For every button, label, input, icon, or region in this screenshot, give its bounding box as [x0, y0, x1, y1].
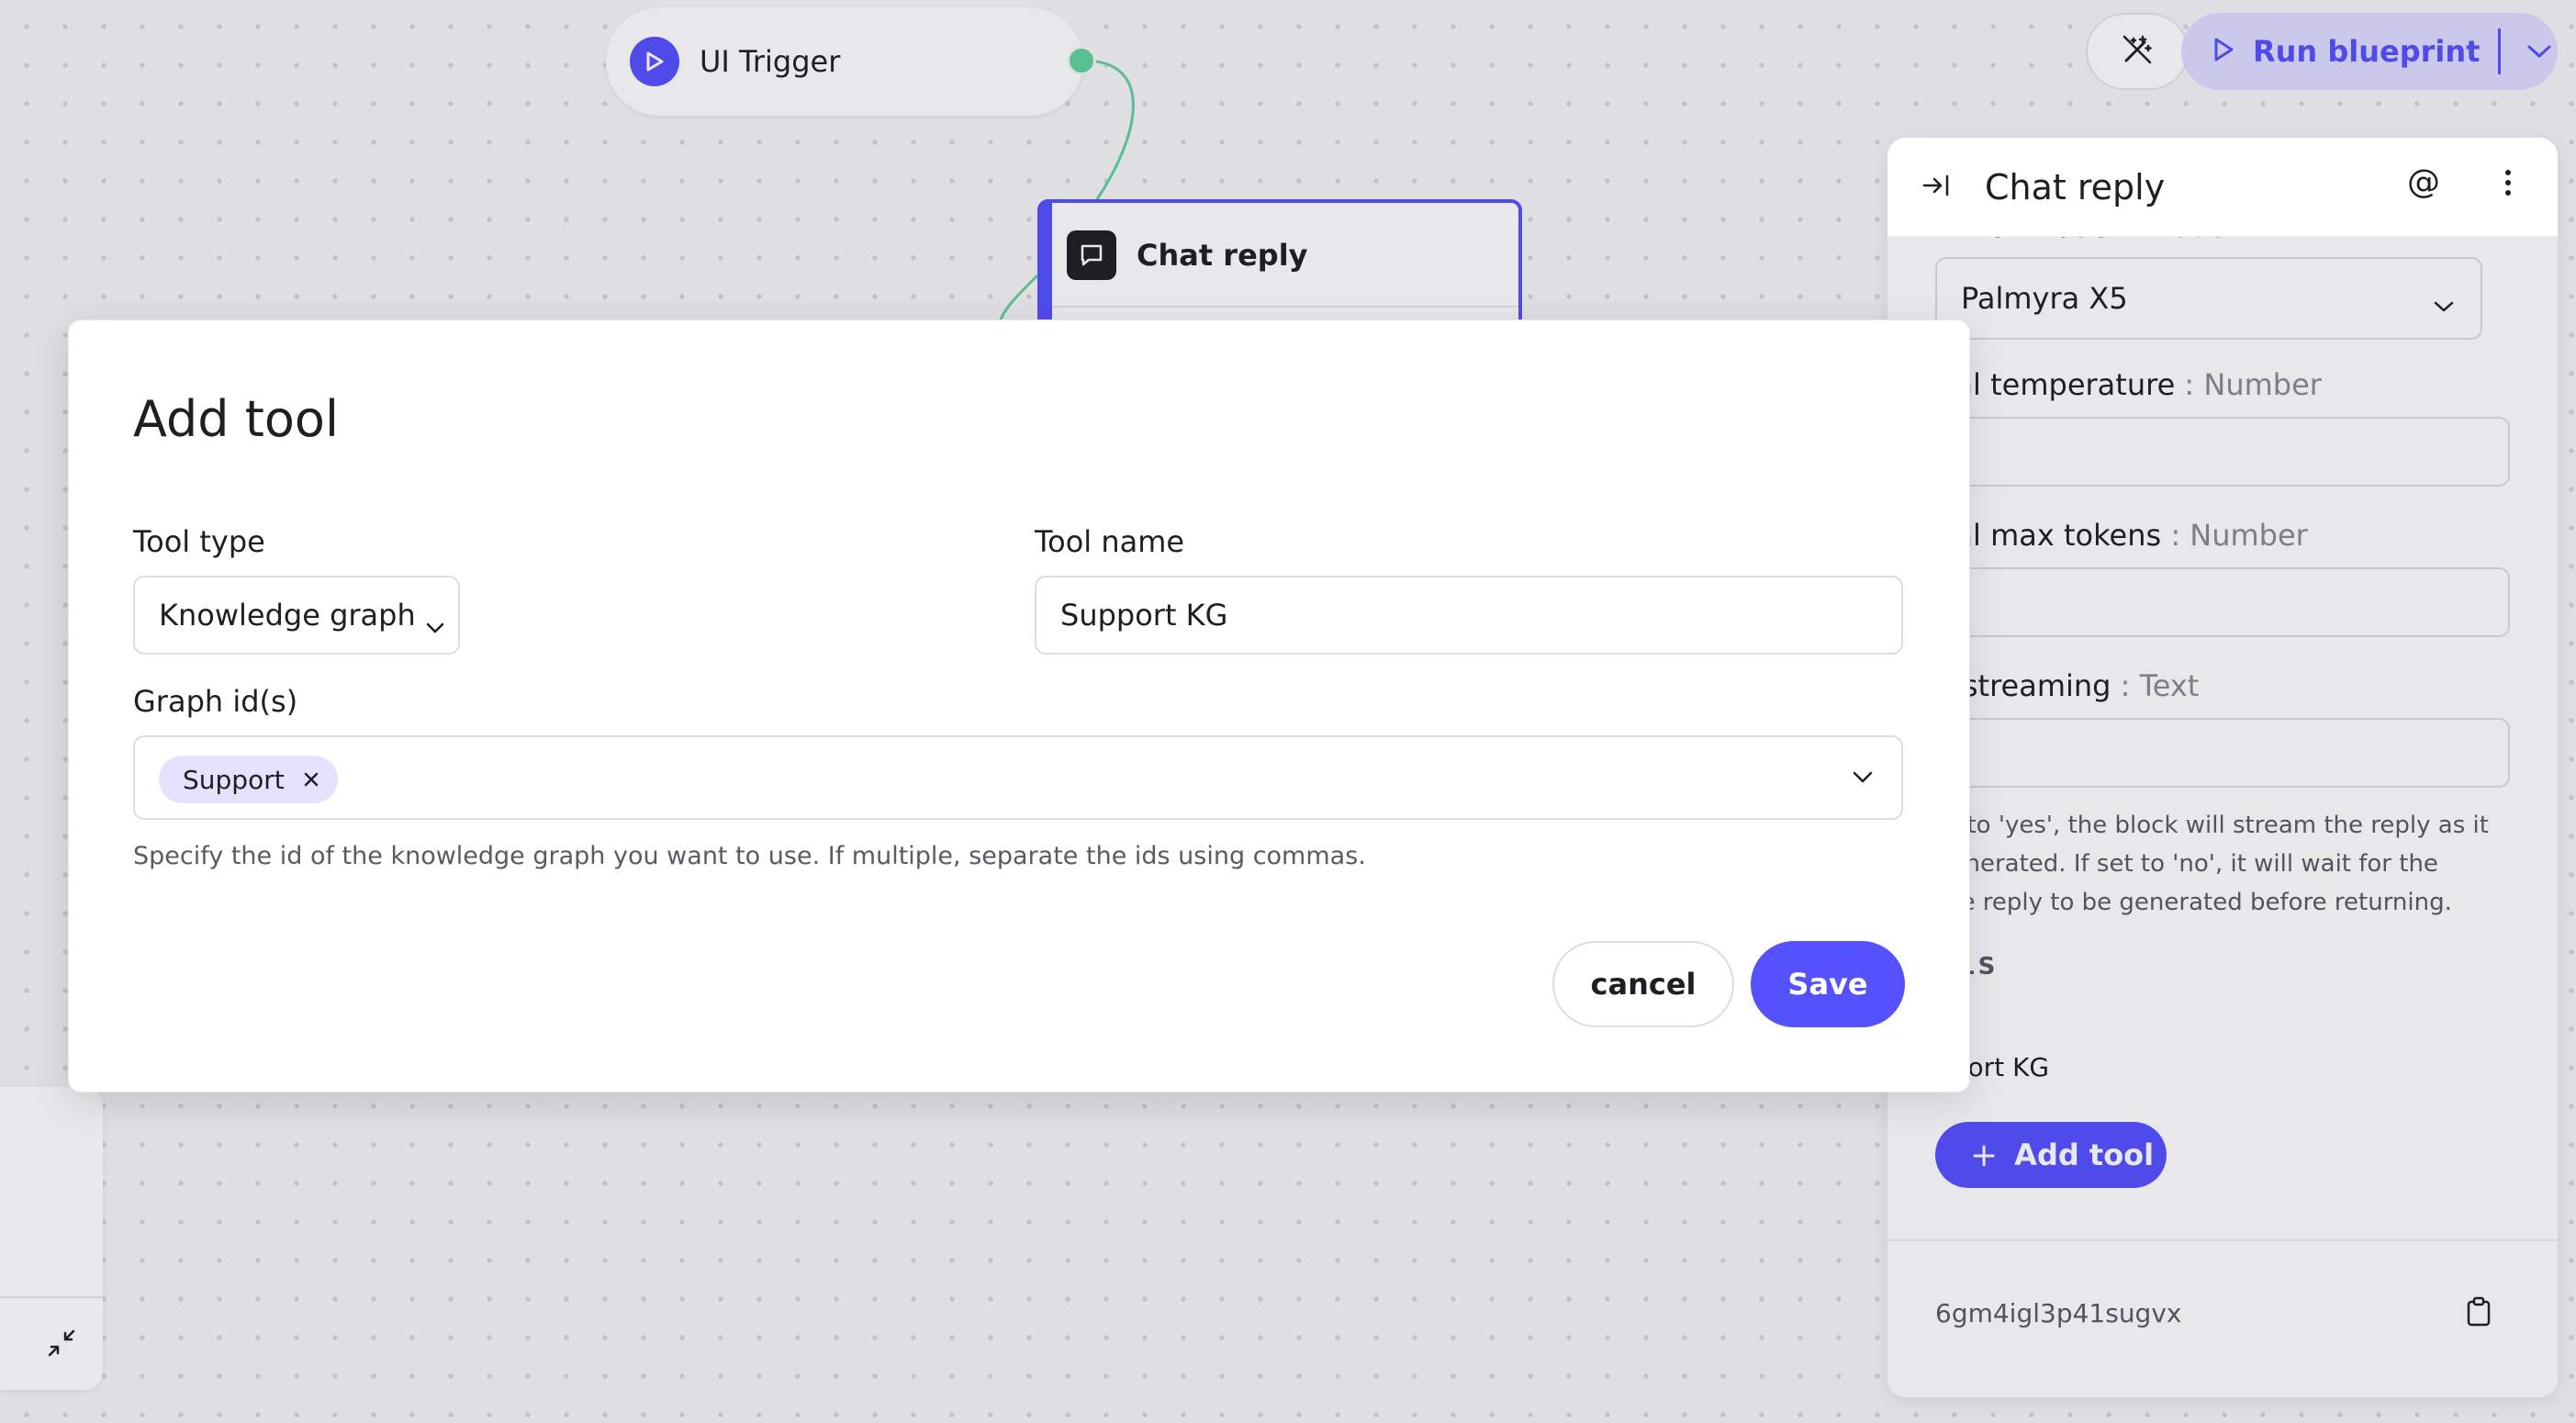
add-tool-dialog: Add tool Tool type Knowledge graph Tool …	[68, 319, 1970, 1092]
graph-ids-help-text: Specify the id of the knowledge graph yo…	[133, 842, 1366, 870]
more-vertical-icon[interactable]	[2504, 169, 2512, 200]
tool-type-value: Knowledge graph	[159, 598, 416, 633]
tool-name-label: Tool name	[1035, 524, 1185, 559]
tool-type-select[interactable]: Knowledge graph	[133, 576, 460, 655]
collapse-right-icon[interactable]	[1922, 174, 1950, 201]
dialog-title: Add tool	[133, 390, 339, 448]
chevron-down-icon	[1852, 770, 1874, 789]
tool-name-input[interactable]	[1035, 576, 1903, 655]
save-button[interactable]: Save	[1751, 941, 1905, 1027]
graph-id-chip-label: Support	[183, 764, 285, 795]
panel-header: Chat reply @	[1887, 138, 2558, 237]
panel-title: Chat reply	[1985, 166, 2166, 207]
close-icon[interactable]	[303, 771, 319, 788]
graph-ids-select[interactable]: Support	[133, 735, 1903, 820]
cancel-button[interactable]: cancel	[1552, 941, 1734, 1027]
chevron-down-icon	[425, 607, 445, 642]
mention-at-icon[interactable]: @	[2407, 163, 2440, 201]
tool-type-label: Tool type	[133, 524, 265, 559]
graph-id-chip: Support	[159, 756, 338, 803]
graph-ids-label: Graph id(s)	[133, 684, 298, 719]
